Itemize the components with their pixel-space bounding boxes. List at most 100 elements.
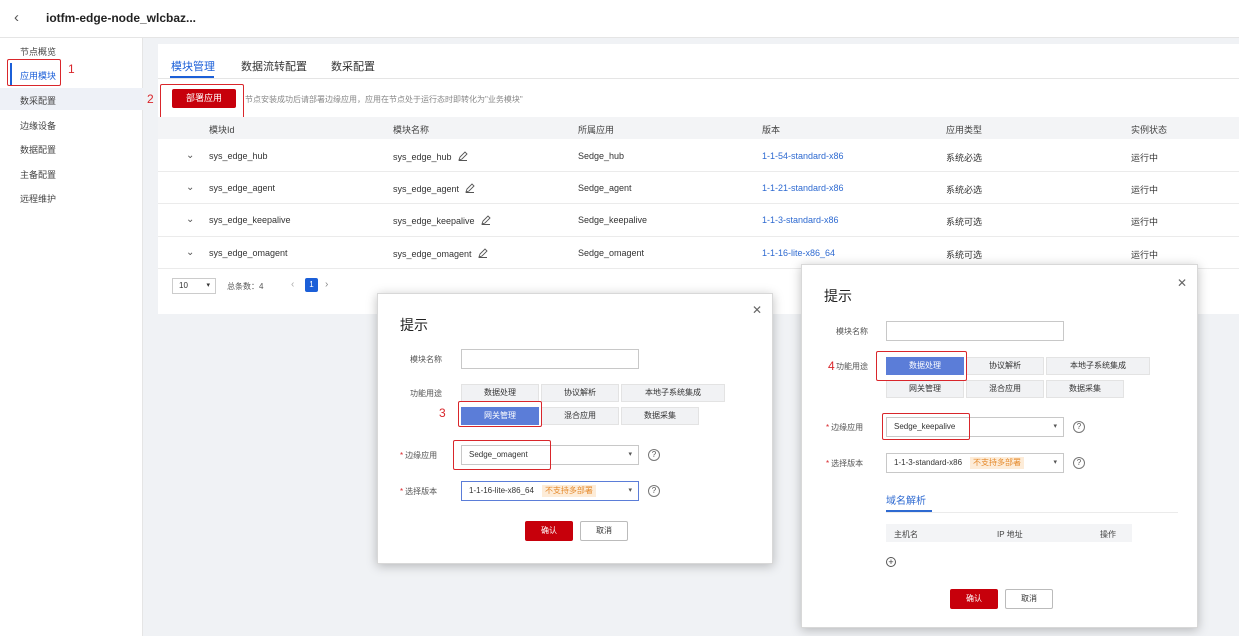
row-expand-chevron-icon[interactable]: ⌄ [186, 182, 194, 193]
annotation-box-edge-app [453, 440, 551, 470]
sidebar-item-edge-devices[interactable]: 边缘设备 [20, 119, 56, 132]
version-label: * 选择版本 [400, 487, 438, 496]
annotation-box-edge-app [882, 413, 970, 440]
confirm-button[interactable]: 确认 [525, 521, 573, 541]
row-expand-chevron-icon[interactable]: ⌄ [186, 150, 194, 161]
sidebar-item-overview[interactable]: 节点概览 [20, 45, 56, 58]
app-cell: Sedge_omagent [578, 248, 645, 258]
annotation-number-1: 1 [68, 62, 75, 76]
dialog-title: 提示 [400, 317, 428, 333]
version-select[interactable]: 1-1-16-lite-x86_64 不支持多部署 ▾ [461, 481, 639, 501]
version-link[interactable]: 1-1-21-standard-x86 [762, 183, 844, 193]
active-tab-underline [170, 76, 214, 78]
purpose-chip-local-subsystem[interactable]: 本地子系统集成 [621, 384, 725, 402]
version-link[interactable]: 1-1-16-lite-x86_64 [762, 248, 835, 258]
cancel-button[interactable]: 取消 [580, 521, 628, 541]
chevron-down-icon: ▾ [1053, 423, 1057, 430]
module-name-label: 模块名称 [410, 355, 442, 364]
edit-pencil-icon[interactable] [477, 248, 488, 258]
cancel-button[interactable]: 取消 [1005, 589, 1053, 609]
purpose-chip-local-subsystem[interactable]: 本地子系统集成 [1046, 357, 1150, 375]
tab-module-management[interactable]: 模块管理 [171, 58, 215, 74]
back-arrow-icon[interactable]: ‹ [14, 9, 19, 26]
tab-data-collection-config[interactable]: 数采配置 [331, 58, 375, 74]
chevron-down-icon: ▾ [628, 487, 632, 494]
deploy-dialog-1 [377, 293, 773, 564]
purpose-chip-hybrid-app[interactable]: 混合应用 [541, 407, 619, 425]
help-icon[interactable]: ? [1073, 457, 1085, 469]
edge-app-label: * 边缘应用 [826, 423, 864, 432]
table-row: sys_edge_agent [209, 183, 276, 193]
version-label: * 选择版本 [826, 459, 864, 468]
purpose-chip-gateway-management[interactable]: 网关管理 [886, 380, 964, 398]
app-type-cell: 系统必选 [946, 153, 983, 163]
module-name-cell: sys_edge_keepalive [393, 215, 491, 226]
purpose-chip-hybrid-app[interactable]: 混合应用 [966, 380, 1044, 398]
chevron-down-icon: ▾ [206, 282, 210, 289]
row-divider [158, 236, 1239, 237]
tab-dns-resolution[interactable]: 域名解析 [886, 492, 926, 507]
row-expand-chevron-icon[interactable]: ⌄ [186, 247, 194, 258]
row-divider [158, 203, 1239, 204]
col-header-version: 版本 [762, 125, 781, 135]
pager-next-icon[interactable]: › [325, 279, 328, 290]
sidebar-item-remote-maintenance[interactable]: 远程维护 [20, 192, 56, 205]
help-icon[interactable]: ? [1073, 421, 1085, 433]
purpose-chip-protocol-parsing[interactable]: 协议解析 [966, 357, 1044, 375]
app-type-cell: 系统必选 [946, 185, 983, 195]
annotation-number-2: 2 [147, 92, 154, 106]
edit-pencil-icon[interactable] [457, 151, 468, 161]
page-size-select[interactable]: 10 ▾ [172, 278, 216, 294]
purpose-chip-data-processing[interactable]: 数据处理 [461, 384, 539, 402]
sidebar-item-data-collection[interactable]: 数采配置 [20, 94, 56, 107]
row-expand-chevron-icon[interactable]: ⌄ [186, 214, 194, 225]
purpose-chip-data-collection[interactable]: 数据采集 [1046, 380, 1124, 398]
purpose-label: 功能用途 [836, 362, 868, 371]
dns-col-ip: IP 地址 [997, 530, 1023, 539]
purpose-chip-data-collection[interactable]: 数据采集 [621, 407, 699, 425]
app-cell: Sedge_hub [578, 151, 625, 161]
version-select[interactable]: 1-1-3-standard-x86 不支持多部署 ▾ [886, 453, 1064, 473]
top-bar: ‹ iotfm-edge-node_wlcbaz... [0, 0, 1239, 38]
edit-pencil-icon[interactable] [465, 183, 475, 193]
annotation-box-3 [458, 401, 542, 427]
module-name-cell: sys_edge_hub [393, 151, 468, 162]
col-header-module-name: 模块名称 [393, 125, 430, 135]
status-cell: 运行中 [1131, 153, 1159, 163]
pager-total: 总条数：4 [227, 282, 264, 291]
col-header-app: 所属应用 [578, 125, 615, 135]
help-icon[interactable]: ? [648, 485, 660, 497]
annotation-number-4: 4 [828, 359, 835, 373]
col-header-app-type: 应用类型 [946, 125, 983, 135]
purpose-chip-protocol-parsing[interactable]: 协议解析 [541, 384, 619, 402]
tabs-divider [158, 78, 1239, 79]
edge-app-label: * 边缘应用 [400, 451, 438, 460]
row-divider [158, 171, 1239, 172]
col-header-instance-status: 实例状态 [1131, 125, 1168, 135]
confirm-button[interactable]: 确认 [950, 589, 998, 609]
version-link[interactable]: 1-1-3-standard-x86 [762, 215, 839, 225]
dns-tabs-divider [886, 512, 1178, 513]
table-row: sys_edge_hub [209, 151, 268, 161]
dialog-title: 提示 [824, 288, 852, 304]
sidebar-item-data-config[interactable]: 数据配置 [20, 143, 56, 156]
edit-pencil-icon[interactable] [480, 215, 491, 225]
module-name-input[interactable] [886, 321, 1064, 341]
chevron-down-icon: ▾ [1053, 459, 1057, 466]
app-type-cell: 系统可选 [946, 250, 983, 260]
module-name-cell: sys_edge_omagent [393, 248, 488, 259]
module-name-input[interactable] [461, 349, 639, 369]
close-icon[interactable]: ✕ [1177, 276, 1187, 290]
pager-prev-icon[interactable]: ‹ [291, 279, 294, 290]
pager-current-page[interactable]: 1 [305, 278, 318, 292]
app-type-cell: 系统可选 [946, 217, 983, 227]
chevron-down-icon: ▾ [628, 451, 632, 458]
version-link[interactable]: 1-1-54-standard-x86 [762, 151, 844, 161]
status-cell: 运行中 [1131, 185, 1159, 195]
tab-data-flow-config[interactable]: 数据流转配置 [241, 58, 307, 74]
add-row-plus-icon[interactable]: + [886, 557, 896, 567]
help-icon[interactable]: ? [648, 449, 660, 461]
dns-col-hostname: 主机名 [894, 530, 918, 539]
sidebar-item-ha-config[interactable]: 主备配置 [20, 168, 56, 181]
close-icon[interactable]: ✕ [752, 303, 762, 317]
